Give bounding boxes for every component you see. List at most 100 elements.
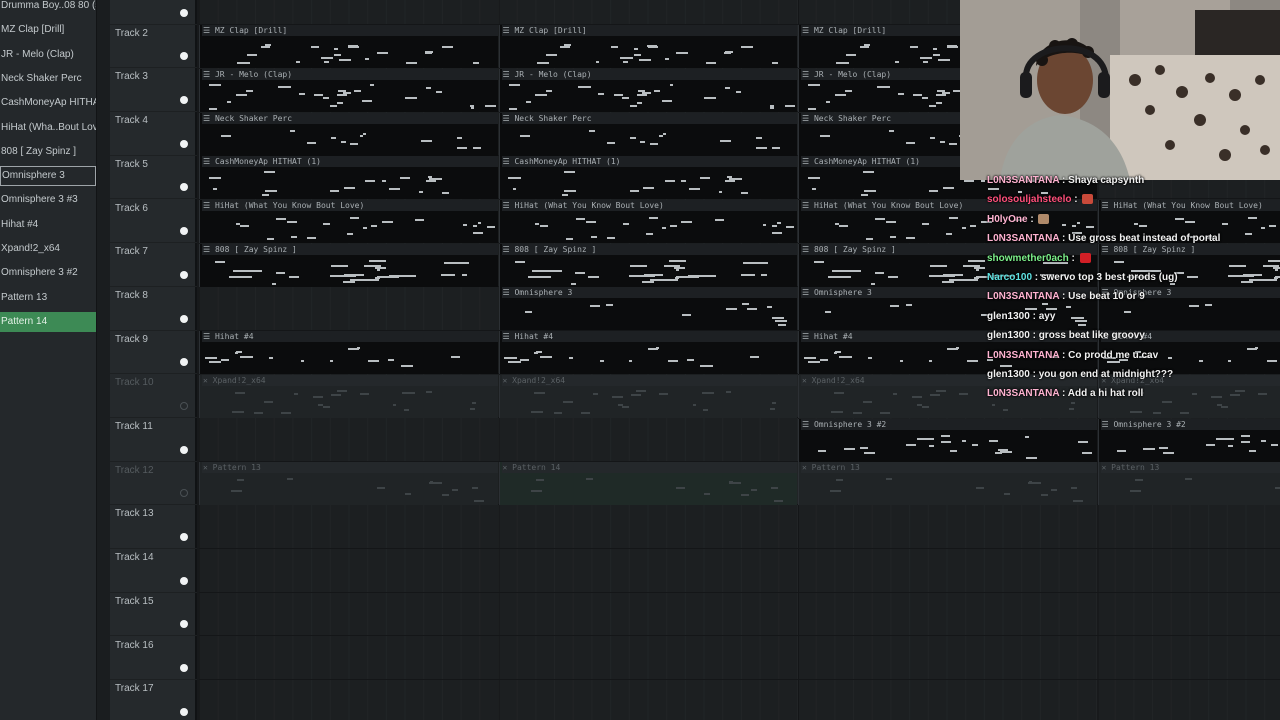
track-mute-toggle[interactable] (180, 576, 188, 585)
pattern-clip[interactable]: ✕ Pattern 13 (1097, 462, 1280, 506)
clip-note (472, 402, 477, 405)
track-mute-toggle[interactable] (180, 358, 188, 367)
clip-note (271, 282, 277, 285)
picker-item[interactable]: Omnisphere 3 #2 (0, 263, 96, 283)
pattern-clip[interactable]: ☰ MZ Clap [Drill] (498, 25, 797, 69)
track-header[interactable]: Track 8 (110, 287, 197, 331)
track-mute-toggle[interactable] (180, 8, 188, 17)
picker-item[interactable]: Drumma Boy..08 80 (55) (0, 0, 96, 16)
pattern-clip[interactable]: ☰ Omnisphere 3 #2 (1097, 418, 1280, 462)
picker-item[interactable]: Pattern 14 (0, 311, 96, 332)
clip-note (535, 94, 547, 97)
picker-item[interactable]: Neck Shaker Perc (0, 69, 96, 89)
picker-item[interactable]: 808 [ Zay Spinz ] (0, 142, 96, 162)
pattern-clip[interactable]: ☰ HiHat (What You Know Bout Love) (199, 200, 498, 243)
track-header[interactable]: Track 1 (110, 0, 197, 25)
clip-note (640, 140, 646, 143)
clip-note (766, 305, 772, 308)
clip-note (937, 89, 945, 92)
chat-separator: : (1059, 349, 1069, 361)
picker-item[interactable]: HiHat (Wha..Bout Love) (0, 118, 96, 138)
track-header[interactable]: Track 7 (110, 243, 197, 287)
track-header[interactable]: Track 15 (110, 593, 197, 637)
clip-note (941, 441, 951, 444)
track-mute-toggle[interactable] (180, 620, 188, 629)
clip-note (370, 224, 378, 227)
chat-separator: : (1068, 252, 1078, 264)
pattern-clip[interactable]: ☰ Neck Shaker Perc (498, 112, 797, 156)
clip-note (741, 46, 753, 49)
clip-note (629, 359, 633, 362)
track-name: Track 14 (115, 552, 154, 564)
track-mute-toggle[interactable] (180, 664, 188, 673)
track-header[interactable]: Track 13 (110, 505, 197, 550)
track-mute-toggle[interactable] (180, 183, 188, 192)
pattern-clip[interactable]: ✕ Pattern 13 (798, 462, 1097, 506)
track-header[interactable]: Track 10 (110, 374, 197, 418)
pattern-clip[interactable]: ☰ CashMoneyAp HITHAT (1) (199, 156, 498, 200)
picker-item[interactable]: MZ Clap [Drill] (0, 20, 96, 40)
clip-note (208, 360, 222, 363)
track-header[interactable]: Track 6 (110, 200, 197, 244)
track-mute-toggle[interactable] (180, 52, 188, 61)
track-header[interactable]: Track 2 (110, 25, 197, 69)
picker-item[interactable]: CashMoneyAp HITHAT (1) (0, 93, 96, 113)
clip-note (1249, 450, 1257, 453)
track-header[interactable]: Track 3 (110, 68, 197, 113)
chat-message: H0lyOne : (987, 210, 1050, 229)
pattern-clip[interactable]: ✕ Xpand!2_x64 (199, 374, 498, 418)
track-mute-toggle[interactable] (180, 96, 188, 105)
track-header[interactable]: Track 4 (110, 112, 197, 156)
track-mute-toggle[interactable] (180, 533, 188, 542)
clip-note (834, 94, 847, 97)
track-mute-toggle[interactable] (180, 401, 188, 410)
track-header[interactable]: Track 12 (110, 462, 197, 506)
playlist-lane[interactable] (199, 593, 1280, 637)
track-header[interactable]: Track 14 (110, 549, 197, 593)
pattern-clip[interactable]: ✕ Pattern 13 (199, 462, 498, 506)
track-mute-toggle[interactable] (180, 227, 188, 236)
pattern-clip[interactable]: ☰ 808 [ Zay Spinz ] (199, 243, 498, 287)
track-mute-toggle[interactable] (180, 270, 188, 279)
pattern-clip[interactable]: ☰ 808 [ Zay Spinz ] (498, 243, 797, 287)
pattern-clip[interactable]: ☰ Hihat #4 (498, 331, 797, 375)
track-header[interactable]: Track 16 (110, 637, 197, 681)
playlist-lane[interactable] (199, 637, 1280, 681)
track-mute-toggle[interactable] (180, 139, 188, 148)
pattern-clip[interactable]: ☰ HiHat (What You Know Bout Love) (498, 200, 797, 243)
clip-note (853, 412, 862, 415)
pattern-clip[interactable]: ☰ Hihat #4 (199, 331, 498, 375)
clip-note (941, 435, 951, 438)
track-mute-toggle[interactable] (180, 445, 188, 454)
picker-item[interactable]: Omnisphere 3 #3 (0, 190, 96, 210)
playlist-lane[interactable] (199, 680, 1280, 720)
track-header[interactable]: Track 9 (110, 331, 197, 375)
picker-item[interactable]: Hihat #4 (0, 215, 96, 235)
pattern-clip[interactable]: ✕ Xpand!2_x64 (498, 374, 797, 418)
playlist-lane[interactable] (199, 505, 1280, 550)
clip-note (1025, 436, 1030, 439)
pattern-clip[interactable]: ☰ Neck Shaker Perc (199, 112, 498, 156)
picker-item[interactable]: Pattern 13 (0, 288, 96, 308)
pattern-clip[interactable]: ☰ MZ Clap [Drill] (199, 25, 498, 69)
pattern-clip[interactable]: ✕ Pattern 14 (498, 462, 797, 506)
clip-note (629, 104, 637, 107)
track-header[interactable]: Track 17 (110, 680, 197, 720)
pattern-clip[interactable]: ☰ Omnisphere 3 (498, 287, 797, 331)
picker-item[interactable]: Xpand!2_x64 (0, 239, 96, 259)
clip-note (687, 359, 694, 362)
picker-item[interactable]: Omnisphere 3 (0, 166, 96, 187)
track-header[interactable]: Track 11 (110, 418, 197, 462)
track-header[interactable]: Track 5 (110, 156, 197, 200)
clip-note (593, 392, 598, 395)
pattern-clip[interactable]: ☰ CashMoneyAp HITHAT (1) (498, 156, 797, 200)
track-mute-toggle[interactable] (180, 707, 188, 716)
playlist-lane[interactable] (199, 549, 1280, 593)
track-mute-toggle[interactable] (180, 314, 188, 323)
picker-item[interactable]: JR - Melo (Clap) (0, 45, 96, 65)
pattern-clip[interactable]: ☰ JR - Melo (Clap) (498, 68, 797, 112)
clip-note (948, 217, 958, 220)
pattern-clip[interactable]: ☰ JR - Melo (Clap) (199, 68, 498, 112)
pattern-clip[interactable]: ☰ Omnisphere 3 #2 (798, 418, 1097, 462)
track-mute-toggle[interactable] (180, 489, 188, 498)
